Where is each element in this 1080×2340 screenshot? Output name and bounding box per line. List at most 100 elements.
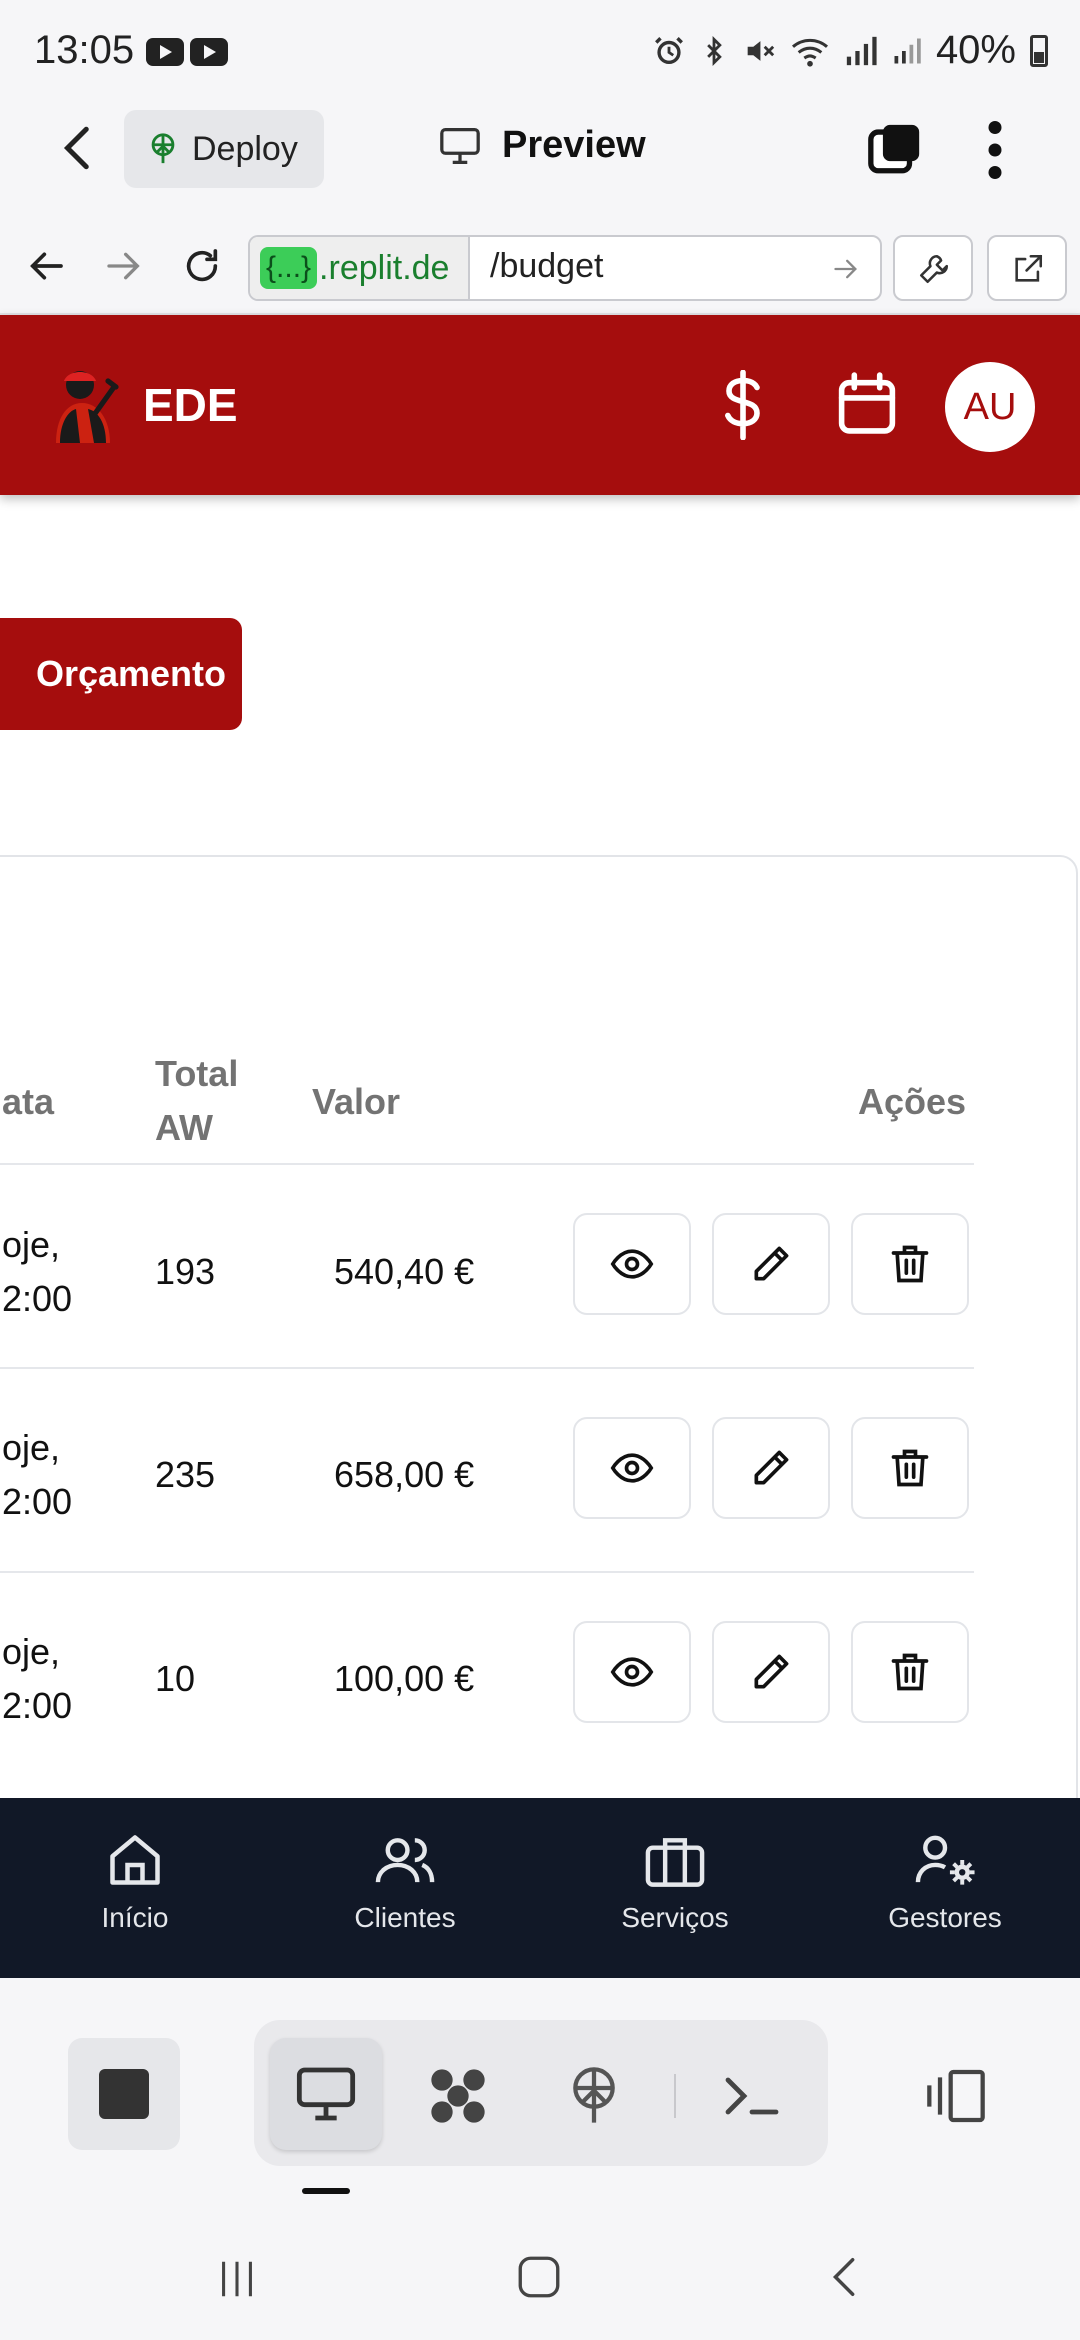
divider bbox=[0, 1571, 974, 1573]
users-icon bbox=[375, 1838, 435, 1883]
row-date-line1: oje, bbox=[2, 1427, 61, 1468]
app-title: EDE bbox=[143, 379, 238, 431]
header-total-aw-line1: Total bbox=[155, 1053, 239, 1094]
row-date-line2: 2:00 bbox=[2, 1481, 73, 1522]
row-date-line1: oje, bbox=[2, 1631, 61, 1672]
header-actions: Ações bbox=[858, 1081, 967, 1122]
row-value: 658,00 € bbox=[334, 1454, 475, 1495]
more-vertical-icon[interactable] bbox=[985, 120, 1005, 180]
edit-button[interactable] bbox=[712, 1213, 830, 1315]
budgets-table-card: ata Total AW Valor Ações oje, 2:00 193 5… bbox=[0, 855, 1078, 1815]
panel-layout-icon[interactable] bbox=[924, 2064, 988, 2128]
pencil-icon bbox=[754, 1450, 789, 1485]
dollar-icon[interactable] bbox=[715, 370, 771, 440]
devtools-button[interactable] bbox=[893, 235, 973, 301]
nav-item-servicos[interactable]: Serviços bbox=[565, 1830, 785, 1934]
row-date: oje, 2:00 bbox=[2, 1421, 72, 1529]
deploy-icon[interactable] bbox=[562, 2064, 626, 2128]
monitor-icon bbox=[440, 127, 480, 164]
battery-icon bbox=[1030, 34, 1048, 67]
deploy-button[interactable]: Deploy bbox=[124, 110, 324, 188]
header-total-aw: Total AW bbox=[155, 1047, 238, 1155]
back-arrow-icon[interactable] bbox=[26, 246, 66, 286]
wifi-icon bbox=[791, 38, 828, 67]
row-date-line1: oje, bbox=[2, 1224, 61, 1265]
divider bbox=[0, 1367, 974, 1369]
nav-label: Início bbox=[101, 1902, 169, 1933]
wrench-icon bbox=[919, 254, 949, 284]
tabs-icon[interactable] bbox=[866, 120, 924, 178]
briefcase-icon bbox=[645, 1838, 705, 1887]
open-new-tab-button[interactable] bbox=[987, 235, 1067, 301]
system-back-icon[interactable] bbox=[822, 2254, 868, 2300]
view-button[interactable] bbox=[573, 1417, 691, 1519]
row-total-aw: 193 bbox=[155, 1251, 216, 1292]
edit-button[interactable] bbox=[712, 1621, 830, 1723]
reload-icon[interactable] bbox=[182, 246, 222, 286]
row-date-line2: 2:00 bbox=[2, 1278, 73, 1319]
new-budget-button[interactable]: Orçamento bbox=[0, 618, 242, 730]
trash-icon bbox=[891, 1245, 929, 1283]
nav-item-inicio[interactable]: Início bbox=[25, 1830, 245, 1934]
row-value: 540,40 € bbox=[334, 1251, 475, 1292]
stop-button[interactable] bbox=[68, 2038, 180, 2150]
back-chevron-icon[interactable] bbox=[55, 123, 105, 173]
home-button-icon[interactable] bbox=[514, 2252, 564, 2302]
nav-label: Clientes bbox=[354, 1902, 456, 1933]
eye-icon bbox=[610, 1249, 654, 1279]
battery-percent: 40% bbox=[935, 28, 1016, 72]
pencil-icon bbox=[754, 1654, 789, 1689]
eye-icon bbox=[610, 1453, 654, 1483]
view-button[interactable] bbox=[573, 1621, 691, 1723]
monitor-icon bbox=[296, 2067, 356, 2121]
row-date: oje, 2:00 bbox=[2, 1625, 72, 1733]
deploy-label: Deploy bbox=[192, 129, 298, 168]
delete-button[interactable] bbox=[851, 1621, 969, 1723]
row-date: oje, 2:00 bbox=[2, 1218, 72, 1326]
header-date: ata bbox=[2, 1081, 55, 1122]
selected-indicator bbox=[302, 2188, 350, 2194]
stop-icon bbox=[99, 2069, 149, 2119]
delete-button[interactable] bbox=[851, 1213, 969, 1315]
signal-icon bbox=[894, 38, 921, 63]
header-value: Valor bbox=[312, 1081, 401, 1122]
divider bbox=[0, 1163, 974, 1165]
mechanic-logo-icon[interactable] bbox=[44, 363, 124, 447]
nav-item-gestores[interactable]: Gestores bbox=[835, 1830, 1055, 1934]
preview-tool-button[interactable] bbox=[270, 2038, 382, 2150]
preview-tab[interactable]: Preview bbox=[438, 124, 646, 167]
trash-icon bbox=[891, 1653, 929, 1691]
status-icons: 40% bbox=[652, 28, 1048, 73]
terminal-icon[interactable] bbox=[720, 2064, 784, 2128]
forward-arrow-icon[interactable] bbox=[104, 246, 144, 286]
calendar-icon[interactable] bbox=[836, 370, 898, 436]
url-dev-badge: {...} bbox=[260, 247, 318, 289]
row-date-line2: 2:00 bbox=[2, 1685, 73, 1726]
youtube-notification-icon bbox=[146, 38, 184, 66]
url-domain-text: .replit.de bbox=[319, 248, 450, 287]
user-avatar[interactable]: AU bbox=[945, 362, 1035, 452]
url-domain: {...} .replit.de bbox=[250, 237, 470, 299]
edit-button[interactable] bbox=[712, 1417, 830, 1519]
view-button[interactable] bbox=[573, 1213, 691, 1315]
home-icon bbox=[110, 1835, 160, 1885]
pencil-icon bbox=[754, 1246, 789, 1281]
url-input[interactable]: {...} .replit.de /budget bbox=[248, 235, 882, 301]
url-path: /budget bbox=[490, 247, 604, 285]
delete-button[interactable] bbox=[851, 1417, 969, 1519]
status-time: 13:05 bbox=[34, 28, 135, 72]
bluetooth-icon bbox=[707, 35, 722, 66]
youtube-notification-icon bbox=[190, 38, 228, 66]
header-total-aw-line2: AW bbox=[155, 1107, 213, 1148]
row-total-aw: 235 bbox=[155, 1454, 216, 1495]
user-gear-icon bbox=[915, 1835, 975, 1885]
workspace-grid-icon[interactable] bbox=[426, 2064, 490, 2128]
nav-label: Gestores bbox=[888, 1902, 1002, 1933]
external-link-icon bbox=[1015, 254, 1043, 282]
deploy-icon bbox=[151, 133, 175, 164]
preview-label: Preview bbox=[502, 124, 646, 166]
recents-icon[interactable] bbox=[214, 2256, 260, 2302]
nav-item-clientes[interactable]: Clientes bbox=[295, 1830, 515, 1934]
go-arrow-icon[interactable] bbox=[832, 255, 860, 283]
row-value: 100,00 € bbox=[334, 1658, 475, 1699]
